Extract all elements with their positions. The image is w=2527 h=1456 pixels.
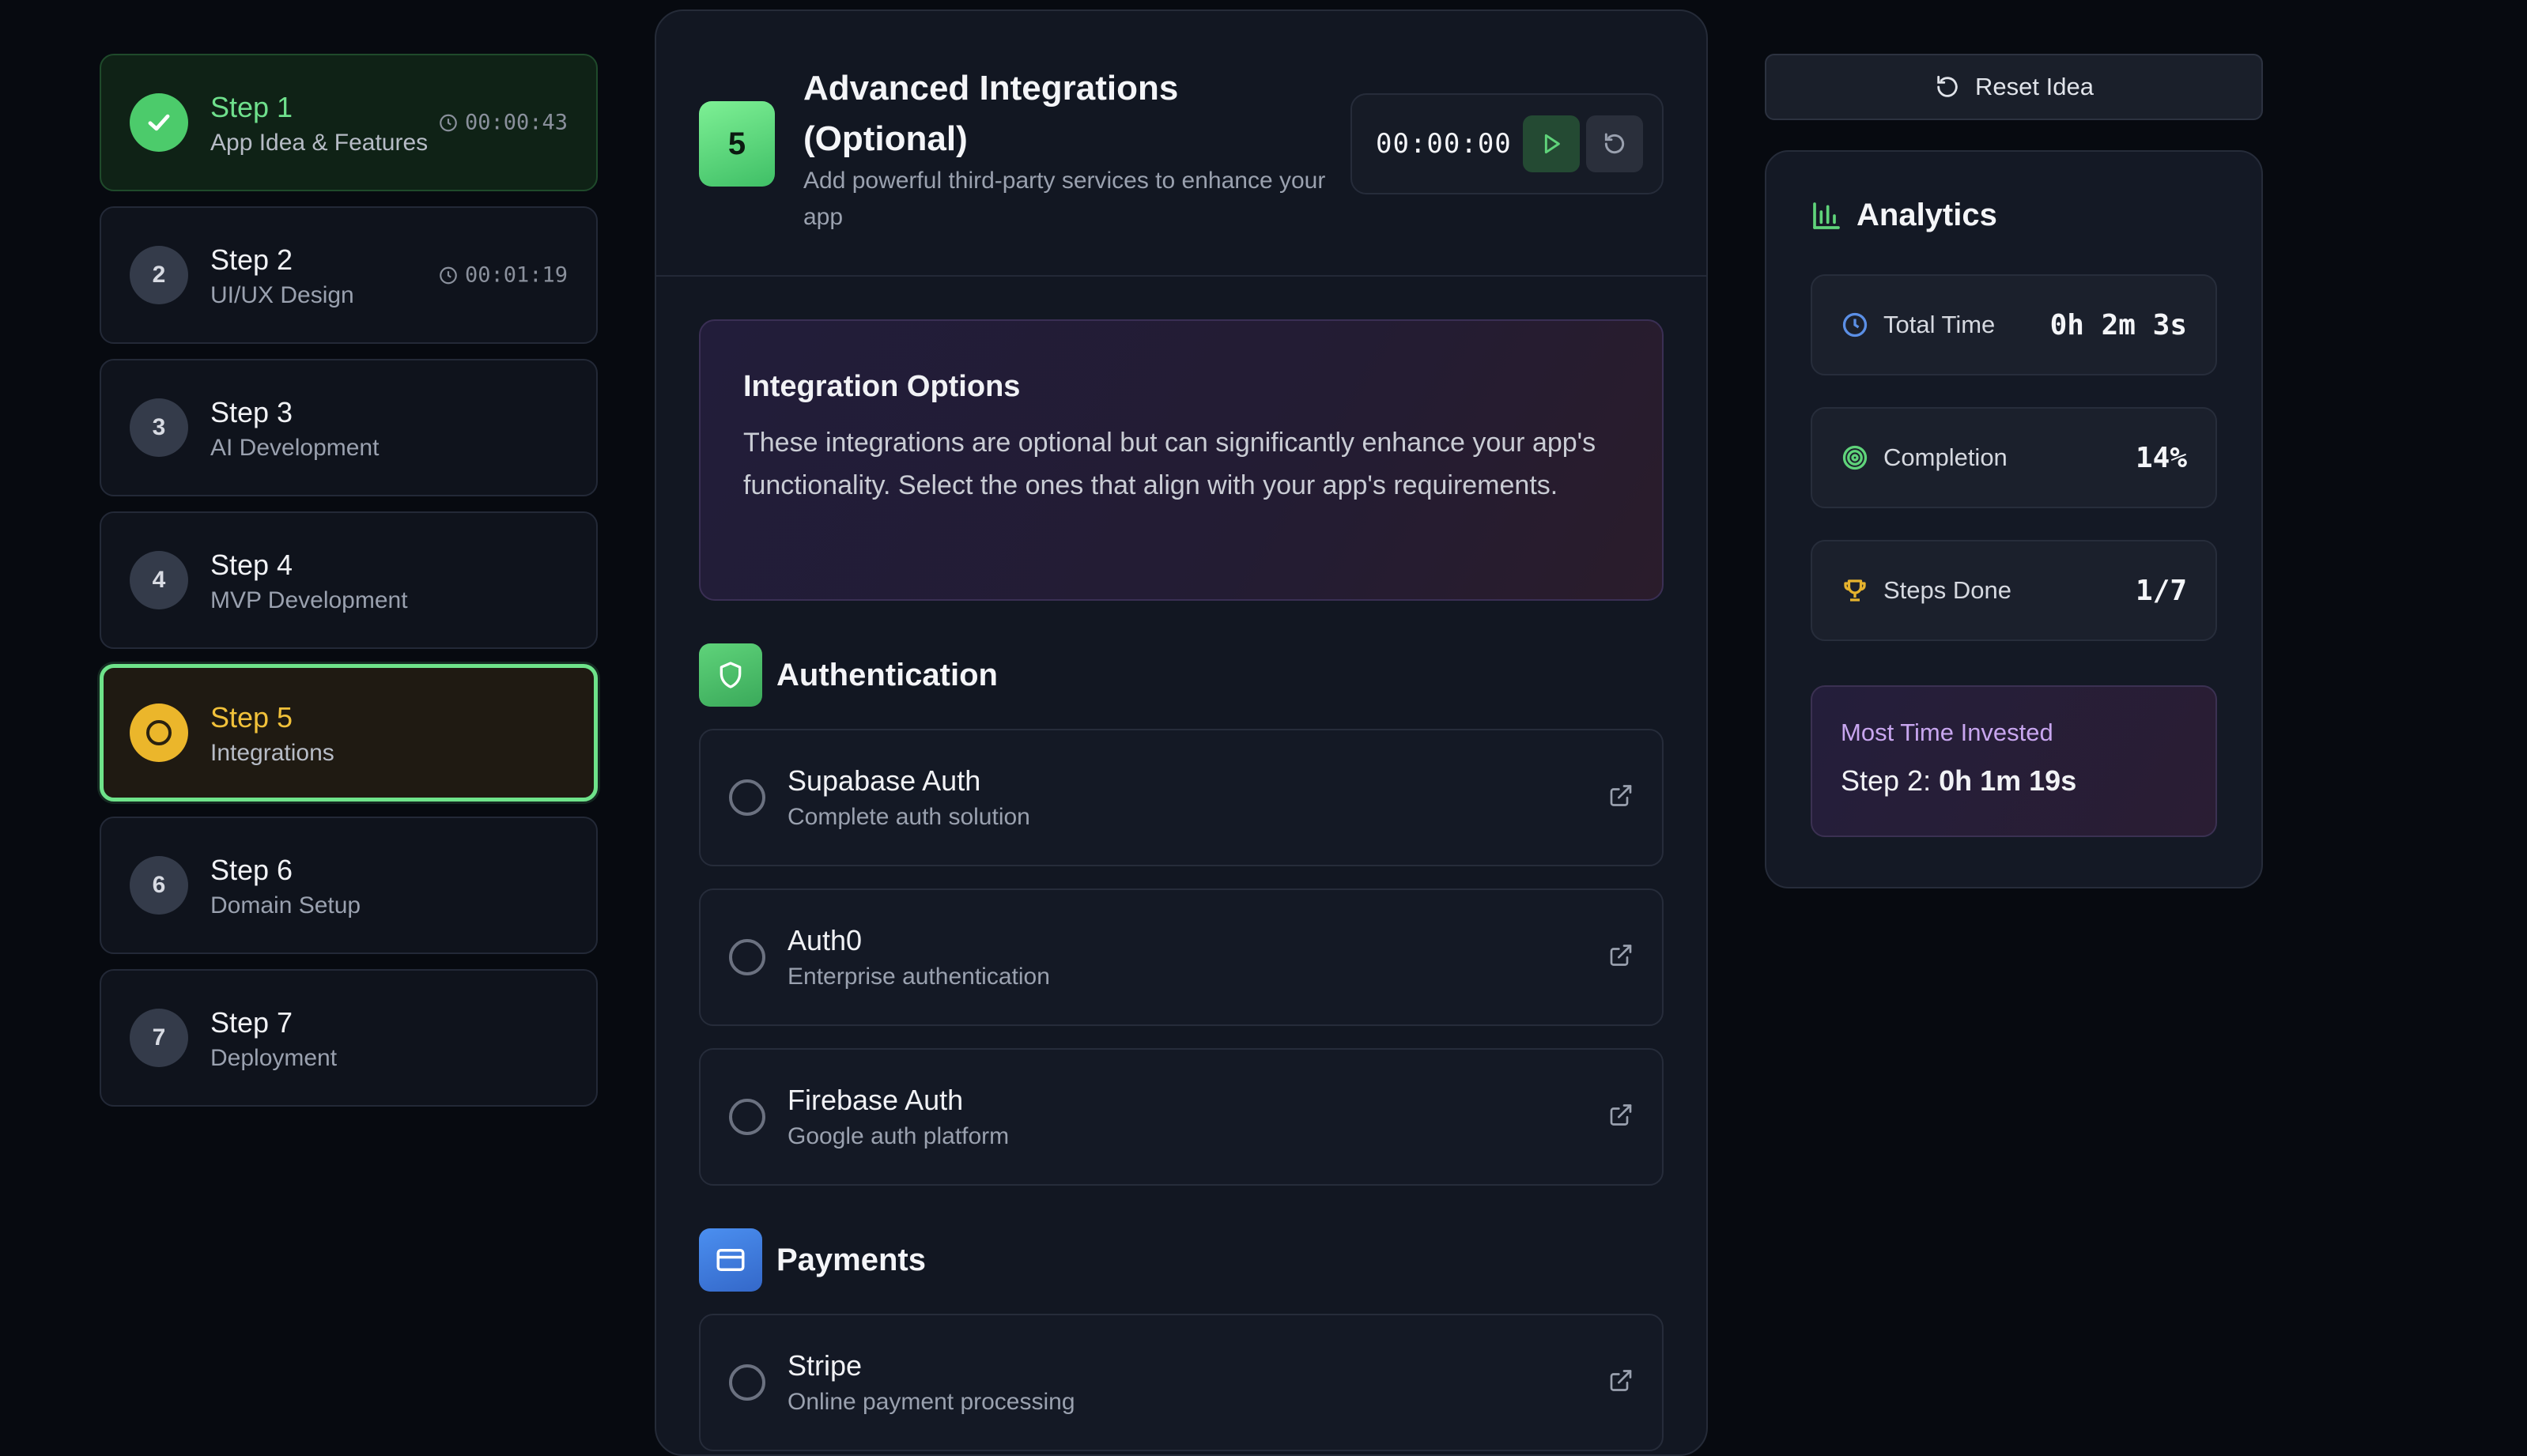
most-time-label: Most Time Invested [1841,719,2053,746]
step-title: Step 3 [210,395,293,428]
step-item-6[interactable]: 6 Step 6 Domain Setup [100,817,598,954]
play-icon [1544,134,1560,154]
option-title: Auth0 [788,924,863,956]
step-title: Step 2 [210,243,293,276]
integration-option-firebase[interactable]: Firebase Auth Google auth platform [699,1048,1664,1186]
step-item-5[interactable]: Step 5 Integrations [100,664,598,802]
integration-option-supabase[interactable]: Supabase Auth Complete auth solution [699,729,1664,866]
page-description: Add powerful third-party services to enh… [803,168,1326,230]
external-link-icon[interactable] [1608,1103,1634,1132]
section-title: Authentication [776,657,998,692]
reset-idea-button[interactable]: Reset Idea [1765,54,2263,120]
section-authentication: Authentication [699,643,1664,707]
stat-label: Steps Done [1883,576,2011,604]
select-radio[interactable] [729,779,765,816]
info-text: These integrations are optional but can … [743,428,1596,500]
section-title: Payments [776,1242,926,1277]
most-time-card: Most Time Invested Step 2: 0h 1m 19s [1811,685,2217,837]
clock-icon [1842,312,1868,338]
most-time-duration: 0h 1m 19s [1939,764,2077,797]
stat-completion: Completion 14% [1811,407,2217,508]
reset-icon [1937,75,1958,97]
stat-steps-done: Steps Done 1/7 [1811,540,2217,641]
step-subtitle: AI Development [210,434,380,461]
step-title: Step 4 [210,548,293,581]
reset-idea-label: Reset Idea [1975,73,2094,100]
timer-display: 00:00:00 [1376,128,1512,160]
analytics-panel: Analytics Total Time 0h 2m 3s Completion… [1765,150,2263,888]
stat-total-time: Total Time 0h 2m 3s [1811,274,2217,375]
option-subtitle: Complete auth solution [788,804,1030,830]
step-timer: 00:01:19 [438,263,568,288]
step-subtitle: UI/UX Design [210,281,354,308]
integration-info-card: Integration Options These integrations a… [699,319,1664,601]
step-subtitle: Domain Setup [210,892,361,918]
most-time-step: Step 2: [1841,764,1932,797]
option-title: Stripe [788,1349,863,1382]
stat-label: Total Time [1883,311,1996,338]
option-title: Supabase Auth [788,764,981,797]
stat-label: Completion [1883,443,2008,471]
clock-icon [440,114,457,131]
stat-value: 14% [2135,441,2187,474]
select-radio[interactable] [729,1364,765,1401]
step-title: Step 5 [210,700,293,734]
panel-header: 5 Advanced Integrations (Optional) Add p… [656,11,1706,277]
stat-value: 0h 2m 3s [2049,308,2187,341]
page-title: Advanced Integrations (Optional) [803,69,1179,158]
integration-option-auth0[interactable]: Auth0 Enterprise authentication [699,888,1664,1026]
current-step-badge: 5 [699,101,775,187]
step-subtitle: App Idea & Features [210,129,429,156]
step-timer-value: 00:00:43 [464,110,568,135]
step-title: Step 7 [210,1005,293,1039]
option-title: Firebase Auth [788,1084,964,1116]
step-subtitle: Integrations [210,739,334,766]
section-payments: Payments [699,1228,1664,1292]
step-title: Step 6 [210,853,293,886]
check-icon [130,93,188,152]
select-radio[interactable] [729,1099,765,1135]
step-item-2[interactable]: 2 Step 2 UI/UX Design 00:01:19 [100,206,598,344]
most-time-value: Step 2: 0h 1m 19s [1841,764,2187,798]
analytics-title: Analytics [1857,198,1997,232]
reset-timer-button[interactable] [1586,115,1643,172]
step-item-1[interactable]: Step 1 App Idea & Features 00:00:43 [100,54,598,191]
step-subtitle: Deployment [210,1044,338,1071]
info-title: Integration Options [743,370,1021,403]
step-detail-panel: 5 Advanced Integrations (Optional) Add p… [655,9,1708,1456]
external-link-icon[interactable] [1608,943,1634,972]
bar-chart-icon [1813,202,1840,229]
step-number-badge: 3 [130,398,188,457]
start-timer-button[interactable] [1523,115,1580,172]
credit-card-icon [699,1228,762,1292]
step-item-4[interactable]: 4 Step 4 MVP Development [100,511,598,649]
step-timer-widget: 00:00:00 [1350,93,1664,194]
option-subtitle: Online payment processing [788,1389,1075,1415]
in-progress-icon [130,703,188,762]
step-number-badge: 2 [130,246,188,304]
step-item-3[interactable]: 3 Step 3 AI Development [100,359,598,496]
clock-icon [440,266,457,284]
reset-icon [1604,133,1625,154]
shield-icon [699,643,762,707]
step-timer-value: 00:01:19 [464,262,568,288]
step-timer: 00:00:43 [438,111,568,135]
step-number-badge: 6 [130,856,188,915]
target-icon [1842,445,1868,470]
step-subtitle: MVP Development [210,587,408,613]
step-number-badge: 4 [130,551,188,609]
step-title: Step 1 [210,90,293,123]
external-link-icon[interactable] [1608,783,1634,813]
stat-value: 1/7 [2135,574,2187,607]
step-list: Step 1 App Idea & Features 00:00:43 2 St… [100,54,598,1122]
step-number-badge: 7 [130,1009,188,1067]
option-subtitle: Google auth platform [788,1123,1010,1149]
external-link-icon[interactable] [1608,1368,1634,1398]
integration-option-stripe[interactable]: Stripe Online payment processing [699,1314,1664,1451]
trophy-icon [1844,579,1866,602]
select-radio[interactable] [729,939,765,975]
option-subtitle: Enterprise authentication [788,964,1050,990]
step-item-7[interactable]: 7 Step 7 Deployment [100,969,598,1107]
analytics-header: Analytics [1811,198,2217,233]
